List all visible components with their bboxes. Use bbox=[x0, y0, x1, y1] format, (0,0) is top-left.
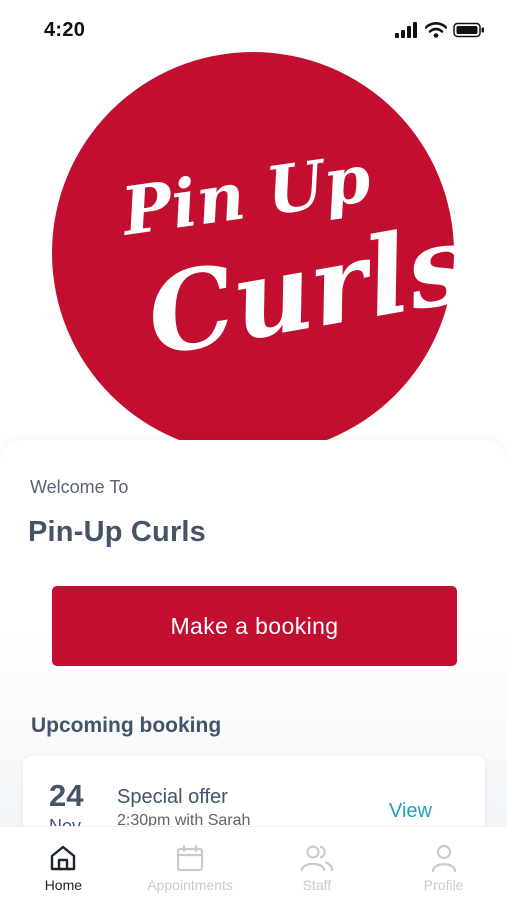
people-icon bbox=[300, 845, 333, 872]
welcome-label: Welcome To bbox=[30, 477, 129, 497]
tab-profile[interactable]: Profile bbox=[380, 827, 507, 900]
logo: Pin Up Curls bbox=[52, 52, 454, 454]
tab-appointments[interactable]: Appointments bbox=[127, 827, 254, 900]
tab-appointments-label: Appointments bbox=[147, 877, 233, 893]
tab-home[interactable]: Home bbox=[0, 827, 127, 900]
tab-profile-label: Profile bbox=[423, 877, 464, 893]
salon-name: Pin-Up Curls bbox=[28, 516, 207, 548]
calendar-icon bbox=[177, 844, 204, 872]
tab-staff[interactable]: Staff bbox=[254, 827, 381, 900]
signal-icon bbox=[395, 22, 417, 38]
booking-title: Special offer bbox=[117, 786, 228, 808]
view-booking-link[interactable]: View bbox=[389, 800, 432, 823]
tab-home-label: Home bbox=[44, 877, 83, 893]
upcoming-booking-heading: Upcoming booking bbox=[31, 714, 222, 737]
tab-staff-label: Staff bbox=[302, 877, 332, 893]
profile-icon bbox=[431, 844, 456, 873]
status-time: 4:20 bbox=[44, 19, 86, 41]
home-icon bbox=[51, 845, 76, 871]
wifi-icon bbox=[425, 22, 447, 38]
make-booking-button[interactable]: Make a booking bbox=[52, 586, 457, 666]
logo-circle: Pin Up Curls bbox=[52, 52, 454, 454]
status-icons bbox=[395, 22, 485, 38]
battery-icon bbox=[453, 22, 484, 38]
status-bar: 4:20 bbox=[0, 0, 507, 60]
booking-day: 24 bbox=[49, 778, 84, 813]
bottom-tab-bar: Home Appointments Staff Profile bbox=[0, 826, 507, 900]
